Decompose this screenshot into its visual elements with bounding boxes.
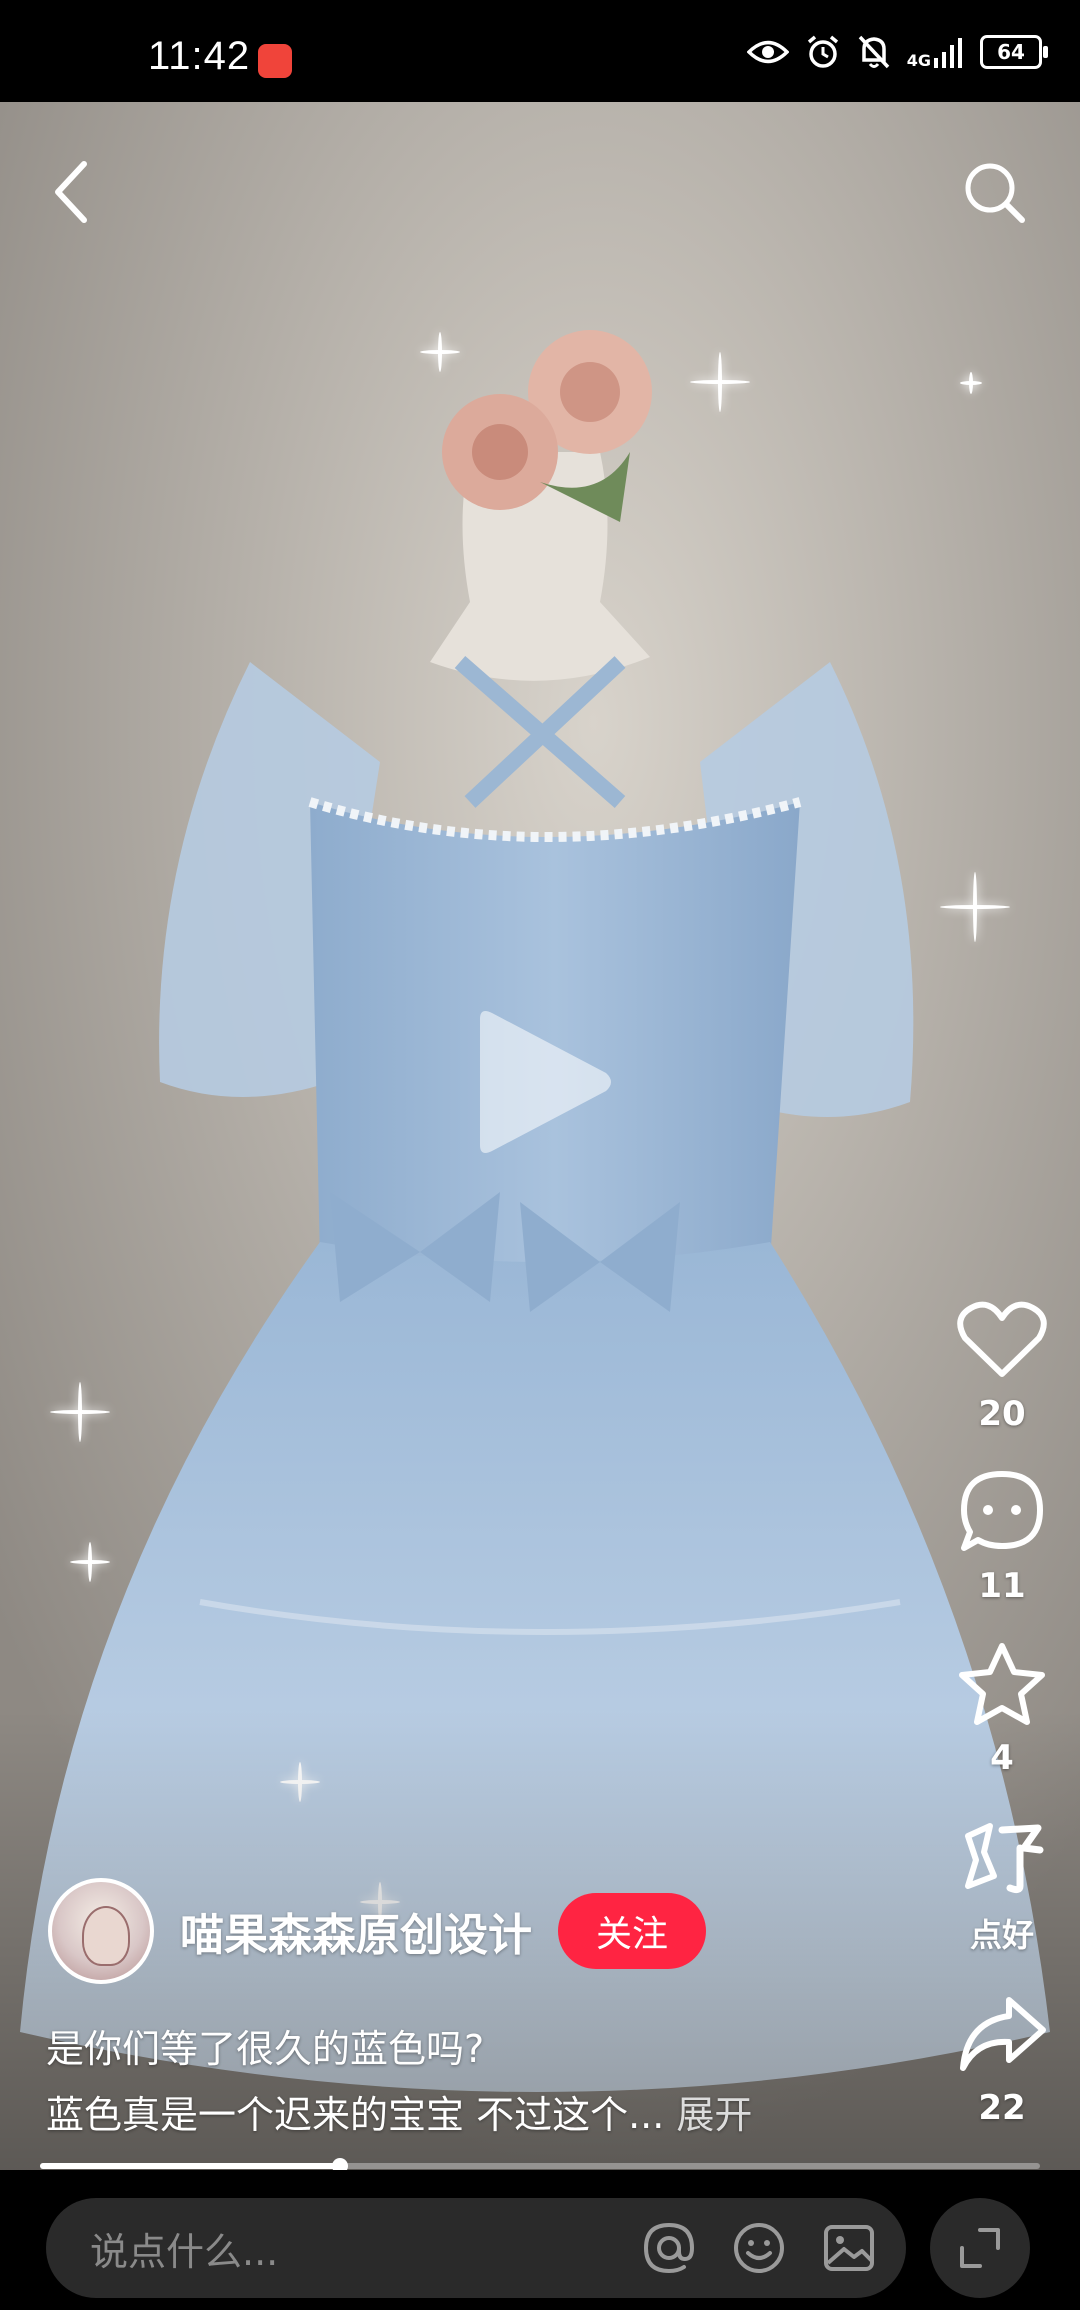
heart-icon [957,1301,1047,1377]
eye-icon [746,40,789,64]
search-icon [965,163,1025,223]
alarm-icon [807,35,838,68]
image-icon [824,2225,874,2271]
share-count: 22 [978,2088,1026,2128]
search-button[interactable] [954,152,1034,232]
emoji-button[interactable] [726,2215,792,2281]
progress-fill [40,2163,340,2169]
post-description[interactable]: 是你们等了很久的蓝色吗? 蓝色真是一个迟来的宝宝 不过这个... 展开 [46,2016,752,2148]
good-label: 点好 [969,1916,1034,1954]
fullscreen-button[interactable] [930,2198,1030,2298]
follow-button[interactable]: 关注 [558,1893,706,1969]
status-bar: 11:42 4G 64 [0,0,1080,102]
comment-placeholder: 说点什么... [90,2229,279,2274]
favorite-count: 4 [990,1738,1014,1778]
sparkle [690,352,750,412]
status-icons: 4G 64 [746,34,1048,70]
expand-link[interactable]: 展开 [676,2093,752,2137]
battery-level: 64 [997,40,1025,64]
sparkle [960,372,982,394]
network-indicator: 4G [906,36,964,70]
share-button[interactable]: 22 [954,1986,1050,2128]
description-line-2: 蓝色真是一个迟来的宝宝 不过这个... [46,2093,665,2137]
comment-count: 11 [978,1566,1026,1606]
signal-icon [934,38,962,68]
like-button[interactable]: 20 [954,1292,1050,1434]
video-player[interactable]: 20 11 4 点好 22 [0,102,1080,2170]
mention-button[interactable] [636,2215,702,2281]
description-line-1: 是你们等了很久的蓝色吗? [46,2027,485,2071]
play-icon[interactable] [470,1007,615,1157]
action-column: 20 11 4 点好 22 [942,1292,1062,2158]
back-button[interactable] [30,152,110,232]
comment-icon [961,1471,1043,1551]
expand-icon [960,2228,1000,2268]
status-time: 11:42 [148,34,251,78]
comment-input[interactable]: 说点什么... [46,2198,906,2298]
sparkle [940,872,1010,942]
sparkle [50,1382,110,1442]
avatar[interactable] [48,1878,154,1984]
sparkle [420,332,460,372]
sparkle [70,1542,110,1582]
favorite-button[interactable]: 4 [954,1636,1050,1778]
chevron-left-icon [55,161,87,223]
network-label: 4G [906,51,931,70]
at-icon [643,2222,695,2274]
bell-off-icon [858,35,890,69]
comment-bar: 说点什么... [0,2170,1080,2310]
image-button[interactable] [816,2215,882,2281]
good-icon [965,1823,1044,1894]
share-icon [960,1997,1046,2071]
author-row: 喵果森森原创设计 关注 [48,1878,706,1984]
like-count: 20 [978,1394,1026,1434]
comment-button[interactable]: 11 [954,1464,1050,1606]
star-icon [959,1643,1045,1725]
author-name[interactable]: 喵果森森原创设计 [180,1899,532,1963]
app-store-icon [258,44,292,78]
emoji-icon [734,2223,784,2273]
good-button[interactable]: 点好 [954,1808,1050,1956]
battery-icon: 64 [980,35,1048,69]
video-progress-bar[interactable] [40,2158,1040,2174]
